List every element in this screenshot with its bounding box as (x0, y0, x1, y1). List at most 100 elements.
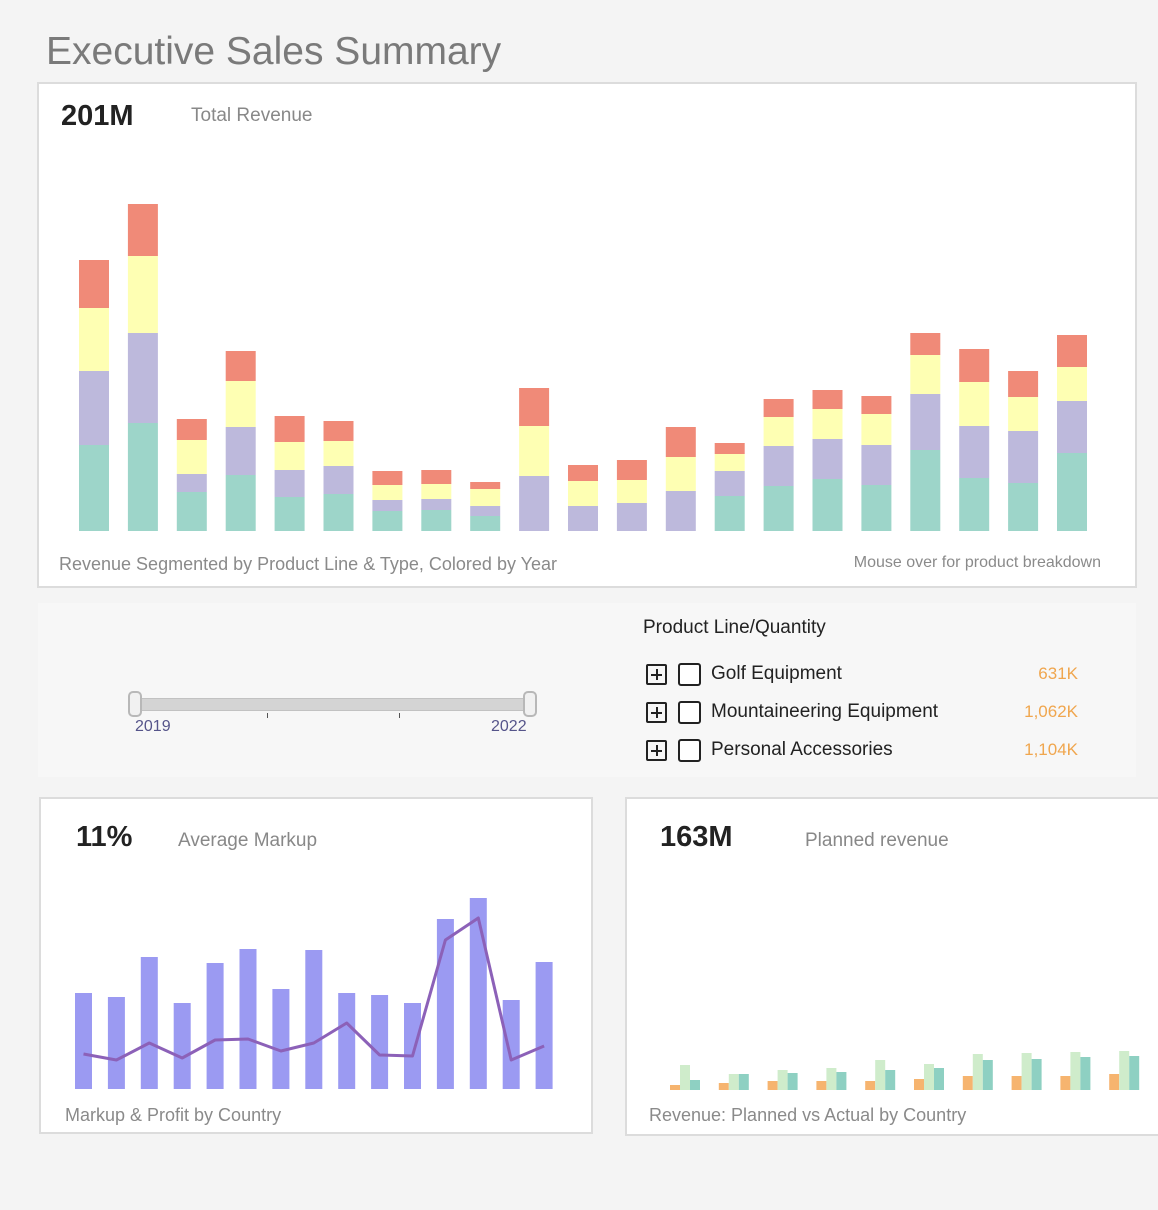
planned-revenue-panel: 163M Planned revenue Revenue: Planned vs… (625, 797, 1158, 1136)
revenue-bar-segment (1057, 335, 1087, 367)
revenue-bar-segment (763, 446, 794, 486)
page-title: Executive Sales Summary (46, 30, 502, 73)
revenue-bar-segment (225, 475, 256, 531)
revenue-bar-segment (127, 423, 158, 531)
product-line-row: Mountaineering Equipment 1,062K (646, 700, 1086, 728)
revenue-bar-segment (323, 421, 354, 441)
revenue-bar-segment (79, 260, 109, 308)
markup-bar (239, 949, 257, 1089)
year-slider-min-handle[interactable] (128, 691, 142, 717)
revenue-bar-segment (861, 414, 892, 445)
revenue-bar-segment (421, 510, 452, 531)
revenue-bar-segment (421, 484, 452, 499)
planned-actual-bar (1070, 1052, 1081, 1090)
revenue-bar-segment (1057, 401, 1087, 453)
revenue-bar-segment (812, 439, 843, 479)
revenue-bar-segment (79, 371, 109, 445)
planned-actual-bar (680, 1065, 690, 1090)
revenue-bar-segment (127, 333, 158, 423)
revenue-bar-segment (1008, 431, 1039, 483)
revenue-bar-segment (519, 426, 550, 476)
planned-actual-bar (826, 1068, 837, 1090)
year-range-slider-track[interactable] (134, 698, 532, 711)
slider-min-label: 2019 (135, 718, 171, 735)
product-line-checkbox[interactable] (678, 663, 701, 686)
revenue-bar-segment (959, 382, 990, 426)
revenue-bar-segment (176, 492, 207, 531)
planned-actual-bar (1109, 1074, 1120, 1090)
revenue-bar-segment (959, 349, 990, 382)
planned-actual-bar (1129, 1056, 1140, 1090)
revenue-bar-segment (812, 390, 843, 409)
year-slider-max-handle[interactable] (523, 691, 537, 717)
product-line-row: Golf Equipment 631K (646, 662, 1086, 690)
revenue-bar-segment (763, 417, 794, 446)
planned-vs-actual-chart[interactable] (627, 799, 1158, 1138)
revenue-bar-segment (861, 485, 892, 531)
revenue-bar-segment (372, 511, 403, 531)
product-line-quantity: 631K (1038, 664, 1078, 683)
revenue-bar-segment (568, 481, 598, 506)
revenue-bar-segment (812, 479, 843, 531)
markup-bar (107, 997, 125, 1089)
slider-max-label: 2022 (491, 718, 527, 735)
expand-icon[interactable] (646, 664, 667, 685)
revenue-bar-segment (616, 460, 647, 480)
markup-bar (469, 898, 487, 1089)
planned-actual-bar (816, 1081, 827, 1090)
revenue-bar-segment (910, 333, 941, 355)
product-line-checkbox[interactable] (678, 701, 701, 724)
markup-panel: 11% Average Markup Markup & Profit by Co… (39, 797, 593, 1134)
revenue-bar-segment (470, 516, 501, 531)
revenue-bar-segment (910, 394, 941, 450)
revenue-bar-segment (372, 485, 403, 500)
expand-icon[interactable] (646, 702, 667, 723)
revenue-bar-segment (1057, 367, 1087, 401)
product-line-name: Golf Equipment (711, 663, 842, 684)
planned-actual-bar (1119, 1051, 1130, 1090)
revenue-bar-segment (323, 441, 354, 466)
expand-icon[interactable] (646, 740, 667, 761)
planned-actual-bar (836, 1072, 847, 1090)
revenue-bar-segment (763, 399, 794, 417)
planned-actual-bar (787, 1073, 798, 1090)
planned-actual-bar (670, 1085, 680, 1090)
revenue-chart-caption: Revenue Segmented by Product Line & Type… (59, 554, 557, 574)
planned-actual-bar (1080, 1057, 1091, 1090)
product-line-quantity: 1,104K (1024, 740, 1078, 759)
revenue-bar-segment (79, 308, 109, 371)
revenue-bar-segment (274, 442, 305, 470)
planned-actual-bar (718, 1083, 729, 1090)
revenue-bar-segment (665, 457, 696, 491)
markup-bar (338, 993, 356, 1089)
slider-tick (267, 713, 268, 718)
planned-chart-caption: Revenue: Planned vs Actual by Country (649, 1105, 967, 1125)
revenue-bar-segment (959, 478, 990, 531)
revenue-bar-segment (372, 500, 403, 511)
revenue-bar-segment (861, 396, 892, 414)
revenue-stacked-bar-chart[interactable] (39, 84, 1139, 590)
planned-actual-bar (728, 1074, 739, 1090)
revenue-bar-segment (470, 482, 501, 489)
revenue-bar-segment (323, 466, 354, 494)
planned-actual-bar (875, 1060, 886, 1090)
product-line-checkbox[interactable] (678, 739, 701, 762)
revenue-bar-segment (225, 351, 256, 381)
markup-profit-chart[interactable] (41, 799, 595, 1136)
revenue-bar-segment (519, 476, 550, 531)
planned-actual-bar (885, 1070, 896, 1090)
markup-bar (272, 989, 290, 1089)
planned-actual-bar (972, 1054, 983, 1090)
markup-bar (535, 962, 553, 1089)
revenue-bar-segment (714, 454, 745, 471)
planned-actual-bar (865, 1081, 876, 1090)
revenue-panel: 201M Total Revenue Revenue Segmented by … (37, 82, 1137, 588)
revenue-bar-segment (176, 440, 207, 474)
revenue-bar-segment (1008, 483, 1039, 531)
revenue-bar-segment (470, 489, 501, 506)
revenue-bar-segment (568, 506, 598, 531)
markup-bar (140, 957, 158, 1089)
revenue-bar-segment (372, 471, 403, 485)
product-line-row: Personal Accessories 1,104K (646, 738, 1086, 766)
revenue-bar-segment (274, 470, 305, 497)
